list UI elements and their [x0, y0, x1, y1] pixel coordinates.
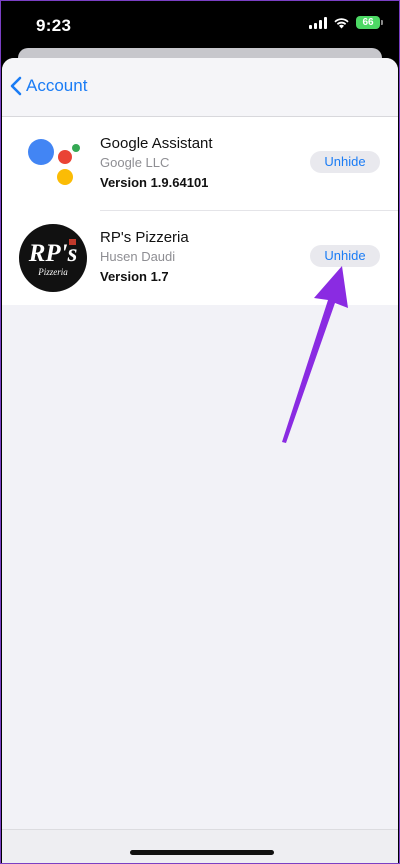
navigation-bar: Account: [2, 58, 398, 117]
rps-pizzeria-icon: RP's Pizzeria: [19, 224, 87, 292]
status-bar: 9:23 66: [0, 0, 400, 50]
app-version: Version 1.9.64101: [100, 175, 209, 190]
back-button-label: Account: [26, 76, 88, 95]
app-version: Version 1.7: [100, 269, 169, 284]
wifi-icon: [334, 17, 349, 28]
google-assistant-icon: [28, 139, 80, 185]
hidden-purchases-sheet: Account Google Assistant Google LLC Vers…: [2, 58, 398, 864]
chevron-left-icon: [10, 76, 22, 96]
rps-logo-subtext: Pizzeria: [37, 267, 68, 277]
app-info: RP's Pizzeria Husen Daudi Version 1.7: [100, 229, 189, 284]
unhide-button[interactable]: Unhide: [310, 151, 380, 173]
status-icons: 66: [309, 16, 383, 29]
signal-icon: [309, 16, 327, 29]
app-name: RP's Pizzeria: [100, 229, 189, 246]
app-name: Google Assistant: [100, 135, 213, 152]
back-button[interactable]: Account: [10, 76, 87, 96]
bottom-bar: [2, 829, 398, 864]
app-developer: Husen Daudi: [100, 249, 176, 264]
status-time: 9:23: [36, 16, 72, 35]
home-indicator[interactable]: [130, 850, 274, 855]
list-item-google-assistant: Google Assistant Google LLC Version 1.9.…: [2, 117, 398, 211]
app-developer: Google LLC: [100, 155, 170, 170]
battery-icon: 66: [356, 16, 383, 29]
app-info: Google Assistant Google LLC Version 1.9.…: [100, 135, 213, 190]
annotation-arrow: [282, 266, 348, 443]
